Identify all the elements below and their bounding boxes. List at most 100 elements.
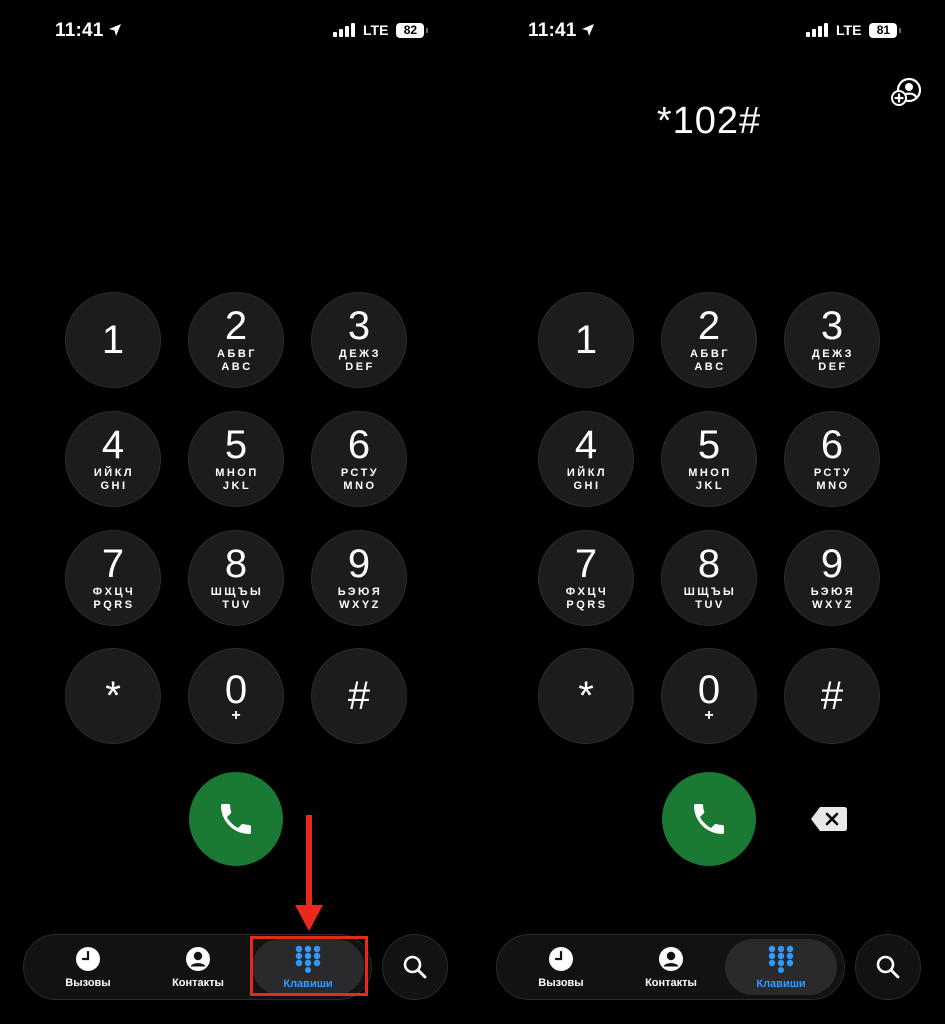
key-digit: 3	[820, 304, 844, 348]
delete-button[interactable]	[809, 804, 849, 834]
key-0[interactable]: 0 +	[661, 648, 757, 744]
key-5[interactable]: 5 МНОП JKL	[188, 411, 284, 507]
key-plus: +	[231, 707, 241, 724]
key-letters-latin: TUV	[222, 599, 252, 611]
clock-icon	[549, 946, 573, 971]
key-digit: 8	[224, 542, 248, 586]
key-letters-latin: WXYZ	[812, 599, 854, 611]
location-arrow-icon	[581, 21, 595, 43]
key-digit: #	[820, 674, 844, 718]
key-letters-latin: WXYZ	[339, 599, 381, 611]
key-9[interactable]: 9 ЬЭЮЯ WXYZ	[784, 530, 880, 626]
key-letters-cyrillic: ДЕЖЗ	[811, 348, 855, 360]
key-digit: 1	[101, 318, 125, 362]
search-button[interactable]	[382, 934, 448, 1000]
key-digit: 3	[347, 304, 371, 348]
search-button[interactable]	[855, 934, 921, 1000]
key-hash[interactable]: #	[784, 648, 880, 744]
call-button[interactable]	[189, 772, 283, 866]
key-letters-cyrillic: МНОП	[215, 467, 259, 479]
backspace-icon	[811, 807, 847, 831]
key-digit: #	[347, 674, 371, 718]
key-2[interactable]: 2 АБВГ ABC	[661, 292, 757, 388]
keypad-icon	[768, 945, 794, 973]
key-2[interactable]: 2 АБВГ ABC	[188, 292, 284, 388]
key-3[interactable]: 3 ДЕЖЗ DEF	[784, 292, 880, 388]
annotation-highlight-box	[250, 936, 368, 996]
key-digit: 4	[101, 423, 125, 467]
battery-level: 81	[876, 22, 891, 37]
key-letters-latin: MNO	[343, 480, 377, 492]
key-8[interactable]: 8 ШЩЪЫ TUV	[188, 530, 284, 626]
key-digit: 8	[697, 542, 721, 586]
tab-contacts-label: Контакты	[172, 976, 224, 989]
key-letters-latin: TUV	[695, 599, 725, 611]
status-time: 11:41	[528, 20, 595, 43]
tab-recents[interactable]: Вызовы	[505, 939, 617, 995]
key-4[interactable]: 4 ИЙКЛ GHI	[65, 411, 161, 507]
tab-recents[interactable]: Вызовы	[32, 939, 144, 995]
key-3[interactable]: 3 ДЕЖЗ DEF	[311, 292, 407, 388]
key-digit: 5	[697, 423, 721, 467]
tab-recents-label: Вызовы	[65, 976, 111, 989]
key-digit: 0	[697, 668, 721, 712]
tab-bar: Вызовы Контакты Клавиши	[496, 934, 845, 1000]
key-star[interactable]: *	[65, 648, 161, 744]
key-0[interactable]: 0 +	[188, 648, 284, 744]
person-icon	[659, 946, 683, 971]
person-icon	[186, 946, 210, 971]
key-letters-latin: PQRS	[566, 599, 608, 611]
key-letters-latin: JKL	[222, 480, 252, 492]
key-letters-latin: DEF	[345, 361, 375, 373]
key-digit: 2	[224, 304, 248, 348]
key-hash[interactable]: #	[311, 648, 407, 744]
key-6[interactable]: 6 РСТУ MNO	[784, 411, 880, 507]
key-digit: 7	[101, 542, 125, 586]
key-digit: 4	[574, 423, 598, 467]
key-letters-latin: PQRS	[93, 599, 135, 611]
key-1[interactable]: 1	[65, 292, 161, 388]
phone-icon	[694, 804, 724, 834]
key-1[interactable]: 1	[538, 292, 634, 388]
key-4[interactable]: 4 ИЙКЛ GHI	[538, 411, 634, 507]
key-6[interactable]: 6 РСТУ MNO	[311, 411, 407, 507]
tab-contacts[interactable]: Контакты	[615, 939, 727, 995]
key-letters-latin: ABC	[694, 361, 726, 373]
clock-icon	[76, 946, 100, 971]
tab-contacts-label: Контакты	[645, 976, 697, 989]
cellular-signal-icon	[333, 23, 355, 37]
key-letters-cyrillic: ФХЦЧ	[92, 586, 136, 598]
key-letters-cyrillic: ДЕЖЗ	[338, 348, 382, 360]
key-letters-cyrillic: РСТУ	[813, 467, 853, 479]
key-8[interactable]: 8 ШЩЪЫ TUV	[661, 530, 757, 626]
call-button[interactable]	[662, 772, 756, 866]
annotation-arrow-icon	[295, 815, 323, 931]
search-icon	[876, 955, 900, 979]
tab-keypad[interactable]: Клавиши	[725, 939, 837, 995]
key-plus: +	[704, 707, 714, 724]
tab-keypad-label: Клавиши	[756, 977, 806, 990]
battery-level: 82	[403, 22, 418, 37]
battery-icon: 81	[869, 22, 902, 38]
search-icon	[403, 955, 427, 979]
key-star[interactable]: *	[538, 648, 634, 744]
status-time: 11:41	[55, 20, 122, 43]
key-digit: 0	[224, 668, 248, 712]
key-letters-cyrillic: ИЙКЛ	[93, 467, 135, 479]
key-letters-latin: MNO	[816, 480, 850, 492]
key-letters-cyrillic: ШЩЪЫ	[683, 586, 737, 598]
key-7[interactable]: 7 ФХЦЧ PQRS	[65, 530, 161, 626]
key-9[interactable]: 9 ЬЭЮЯ WXYZ	[311, 530, 407, 626]
cellular-signal-icon	[806, 23, 828, 37]
key-digit: 9	[820, 542, 844, 586]
key-letters-latin: DEF	[818, 361, 848, 373]
key-digit: 6	[820, 423, 844, 467]
key-5[interactable]: 5 МНОП JKL	[661, 411, 757, 507]
key-letters-cyrillic: МНОП	[688, 467, 732, 479]
right-phone-screen: 11:41 LTE 81 *102# Вызовы Контакты Клави…	[473, 0, 945, 1024]
tab-contacts[interactable]: Контакты	[142, 939, 254, 995]
entered-number: *102#	[656, 100, 762, 142]
key-7[interactable]: 7 ФХЦЧ PQRS	[538, 530, 634, 626]
key-letters-latin: ABC	[221, 361, 253, 373]
key-letters-cyrillic: ФХЦЧ	[565, 586, 609, 598]
